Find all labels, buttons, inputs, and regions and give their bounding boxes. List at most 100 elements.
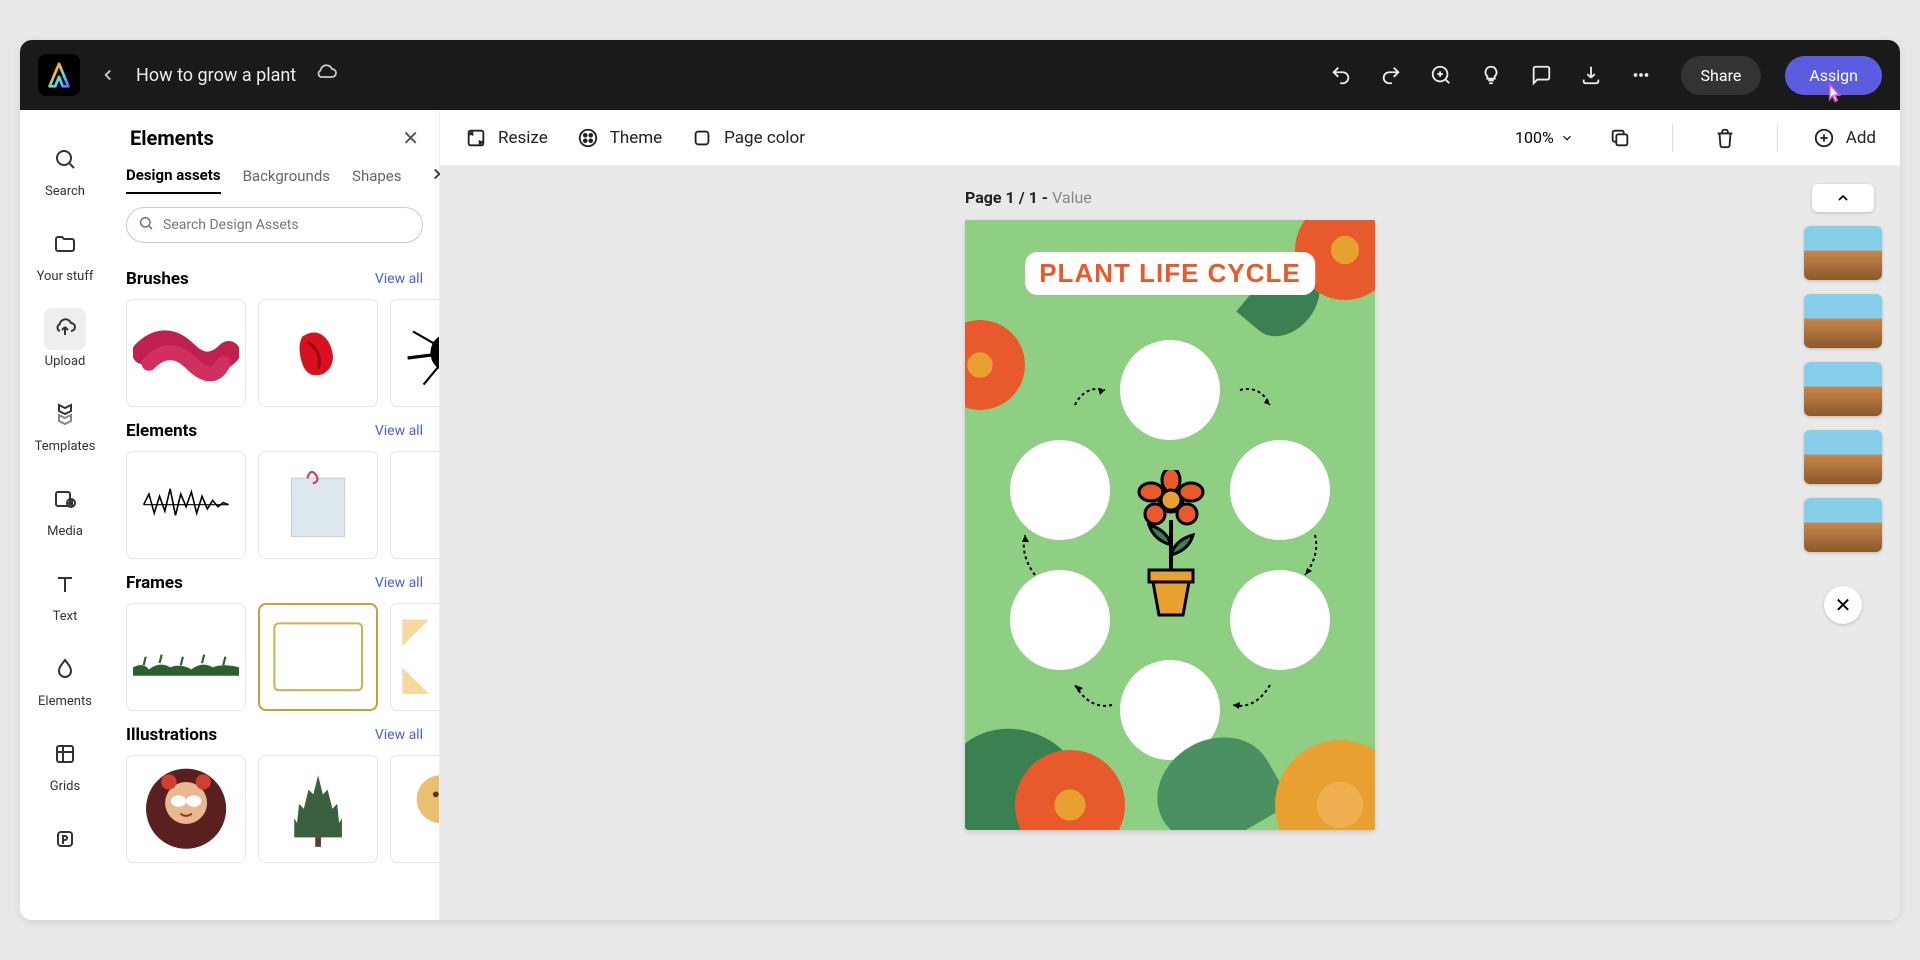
media-icon bbox=[44, 478, 86, 520]
canvas-page[interactable]: PLANT LIFE CYCLE bbox=[965, 220, 1375, 830]
close-thumbnails-button[interactable]: ✕ bbox=[1824, 586, 1862, 624]
page-thumbnail[interactable] bbox=[1804, 362, 1882, 416]
brand-icon bbox=[44, 818, 86, 860]
rail-your-stuff[interactable]: Your stuff bbox=[29, 213, 101, 294]
elements-search-input[interactable] bbox=[126, 207, 423, 243]
left-rail: Search Your stuff Upload Templates Media… bbox=[20, 110, 110, 920]
poster-title[interactable]: PLANT LIFE CYCLE bbox=[1025, 252, 1315, 295]
download-icon[interactable] bbox=[1573, 57, 1609, 93]
elements-panel-title: Elements bbox=[130, 126, 214, 150]
cycle-slot[interactable] bbox=[1010, 440, 1110, 540]
tab-backgrounds[interactable]: Backgrounds bbox=[243, 159, 330, 193]
redo-button[interactable] bbox=[1373, 57, 1409, 93]
resize-icon bbox=[464, 126, 488, 150]
flower-pot-graphic[interactable] bbox=[1129, 470, 1213, 624]
brush-thumb[interactable] bbox=[126, 299, 246, 407]
elements-icon bbox=[44, 648, 86, 690]
frames-heading: Frames bbox=[126, 573, 183, 593]
rail-search[interactable]: Search bbox=[29, 128, 101, 209]
tab-shapes[interactable]: Shapes bbox=[352, 159, 401, 193]
search-icon bbox=[138, 215, 154, 235]
assign-button[interactable]: Assign bbox=[1785, 56, 1882, 95]
text-icon bbox=[44, 563, 86, 605]
section-elements: ElementsView all bbox=[126, 421, 423, 559]
cycle-slot[interactable] bbox=[1010, 570, 1110, 670]
frame-thumb[interactable] bbox=[390, 603, 439, 711]
page-thumbnail[interactable] bbox=[1804, 226, 1882, 280]
grids-icon bbox=[44, 733, 86, 775]
element-thumb[interactable] bbox=[390, 451, 439, 559]
illustration-thumb[interactable] bbox=[258, 755, 378, 863]
arrow-icon bbox=[1235, 380, 1275, 420]
undo-button[interactable] bbox=[1323, 57, 1359, 93]
theme-button[interactable]: Theme bbox=[576, 126, 662, 150]
rail-text[interactable]: Text bbox=[29, 553, 101, 634]
frames-view-all[interactable]: View all bbox=[375, 575, 423, 591]
frame-thumb[interactable] bbox=[126, 603, 246, 711]
canvas-viewport[interactable]: Page 1 / 1 - Value PLANT LIFE CYCLE bbox=[440, 166, 1900, 920]
illustration-thumb[interactable] bbox=[390, 755, 439, 863]
brushes-heading: Brushes bbox=[126, 269, 189, 289]
cursor-pointer-icon bbox=[1821, 82, 1847, 113]
page-thumbnail-strip: ✕ bbox=[1804, 184, 1882, 624]
arrow-icon bbox=[1285, 530, 1325, 580]
elements-view-all[interactable]: View all bbox=[375, 423, 423, 439]
more-icon[interactable] bbox=[1623, 57, 1659, 93]
plus-circle-icon bbox=[1812, 126, 1836, 150]
close-panel-button[interactable]: ✕ bbox=[402, 126, 419, 150]
chevron-down-icon bbox=[1560, 131, 1574, 145]
page-thumbnail[interactable] bbox=[1804, 294, 1882, 348]
rail-brands[interactable] bbox=[29, 808, 101, 870]
resize-button[interactable]: Resize bbox=[464, 126, 548, 150]
cycle-slot[interactable] bbox=[1230, 570, 1330, 670]
upload-icon bbox=[44, 308, 86, 350]
rail-elements[interactable]: Elements bbox=[29, 638, 101, 719]
elements-tabs: Design assets Backgrounds Shapes bbox=[110, 158, 439, 195]
delete-page-button[interactable] bbox=[1707, 120, 1743, 156]
page-thumbnail[interactable] bbox=[1804, 498, 1882, 552]
elements-search bbox=[126, 207, 423, 243]
arrow-icon bbox=[1015, 530, 1055, 580]
zoom-dropdown[interactable]: 100% bbox=[1515, 128, 1574, 147]
app-logo[interactable] bbox=[38, 54, 80, 96]
duplicate-page-button[interactable] bbox=[1602, 120, 1638, 156]
cycle-slot[interactable] bbox=[1230, 440, 1330, 540]
share-button[interactable]: Share bbox=[1681, 56, 1762, 95]
brushes-view-all[interactable]: View all bbox=[375, 271, 423, 287]
back-button[interactable] bbox=[94, 61, 122, 89]
rail-templates[interactable]: Templates bbox=[29, 383, 101, 464]
page-thumbnail[interactable] bbox=[1804, 430, 1882, 484]
arrow-icon bbox=[1070, 380, 1110, 420]
tab-design-assets[interactable]: Design assets bbox=[126, 158, 221, 194]
document-title[interactable]: How to grow a plant bbox=[136, 65, 296, 86]
section-brushes: Brushes View all bbox=[126, 269, 423, 407]
brush-thumb[interactable] bbox=[258, 299, 378, 407]
brush-thumb[interactable] bbox=[390, 299, 439, 407]
page-color-button[interactable]: Page color bbox=[690, 126, 805, 150]
rail-grids[interactable]: Grids bbox=[29, 723, 101, 804]
illustrations-view-all[interactable]: View all bbox=[375, 727, 423, 743]
element-thumb[interactable] bbox=[258, 451, 378, 559]
rail-upload[interactable]: Upload bbox=[29, 298, 101, 379]
arrow-icon bbox=[1225, 675, 1275, 715]
add-page-button[interactable]: Add bbox=[1812, 126, 1876, 150]
section-illustrations: IllustrationsView all bbox=[126, 725, 423, 863]
folder-icon bbox=[44, 223, 86, 265]
rail-media[interactable]: Media bbox=[29, 468, 101, 549]
illustration-thumb[interactable] bbox=[126, 755, 246, 863]
canvas-area: Resize Theme Page color 100% Add Page 1 … bbox=[440, 110, 1900, 920]
theme-icon bbox=[576, 126, 600, 150]
flower-decoration bbox=[965, 320, 1025, 410]
comments-icon[interactable] bbox=[1523, 57, 1559, 93]
frame-thumb[interactable] bbox=[258, 603, 378, 711]
search-icon bbox=[44, 138, 86, 180]
cloud-sync-icon[interactable] bbox=[314, 61, 338, 89]
feature-icon[interactable] bbox=[1423, 57, 1459, 93]
canvas-toolbar: Resize Theme Page color 100% Add bbox=[440, 110, 1900, 166]
tips-icon[interactable] bbox=[1473, 57, 1509, 93]
collapse-thumbnails-button[interactable] bbox=[1812, 184, 1874, 212]
page-color-icon bbox=[690, 126, 714, 150]
elements-panel: Elements ✕ Design assets Backgrounds Sha… bbox=[110, 110, 440, 920]
cycle-slot[interactable] bbox=[1120, 340, 1220, 440]
element-thumb[interactable] bbox=[126, 451, 246, 559]
